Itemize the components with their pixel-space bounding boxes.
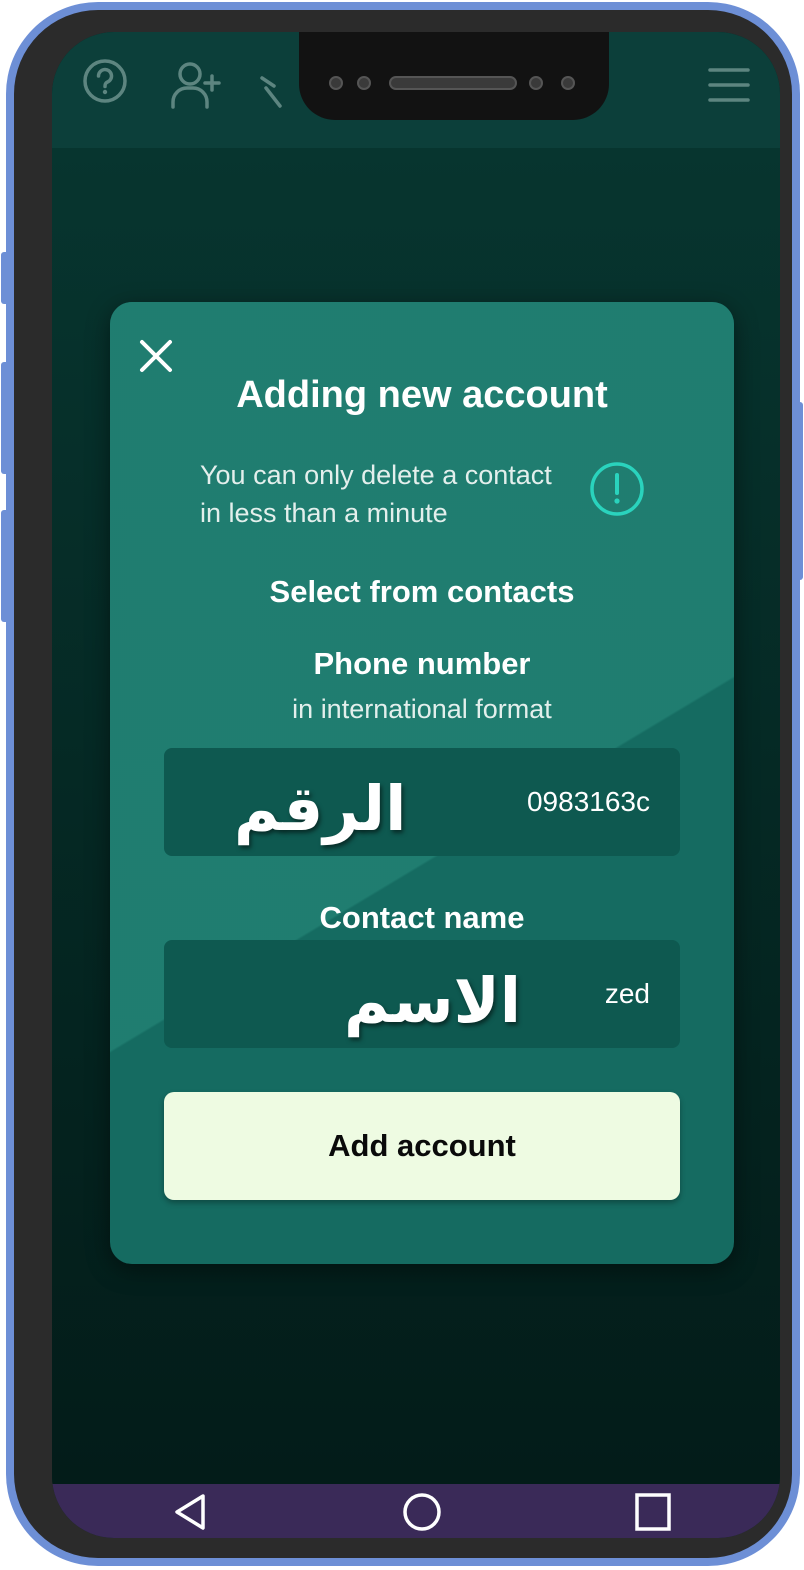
dialog-title: Adding new account (236, 374, 608, 416)
phone-number-value: 0983163c (526, 786, 650, 817)
contact-name-input[interactable]: الاسم zed (164, 940, 680, 1048)
add-account-button[interactable]: Add account (164, 1092, 680, 1200)
phone-body: Adding new account You can only delete a… (14, 10, 792, 1558)
nav-recents-icon[interactable] (634, 1492, 672, 1532)
phone-overlay-label: الرقم (234, 772, 407, 845)
nav-home-icon[interactable] (402, 1492, 442, 1532)
screen: Adding new account You can only delete a… (52, 32, 780, 1538)
help-icon[interactable] (82, 58, 128, 104)
phone-number-input[interactable]: الرقم 0983163c (164, 748, 680, 856)
name-overlay-label: الاسم (344, 964, 522, 1037)
contact-name-value: zed (604, 978, 650, 1009)
info-text: You can only delete a contact in less th… (200, 460, 552, 528)
phone-side-button (1, 510, 9, 622)
info-icon (590, 462, 644, 516)
navigation-bar (52, 1484, 780, 1538)
contact-name-label: Contact name (319, 900, 525, 935)
menu-icon[interactable] (708, 66, 750, 104)
add-account-dialog: Adding new account You can only delete a… (110, 302, 734, 1264)
select-from-contacts-link[interactable]: Select from contacts (110, 574, 734, 610)
camera-notch (299, 32, 609, 120)
add-user-icon[interactable] (170, 60, 222, 110)
phone-side-button (795, 402, 803, 580)
phone-number-label: Phone number (313, 646, 531, 681)
nav-back-icon[interactable] (172, 1492, 208, 1532)
phone-side-button (1, 362, 9, 474)
close-icon[interactable] (136, 336, 176, 376)
phone-number-sublabel: in international format (292, 694, 552, 724)
phone-side-button (1, 252, 9, 304)
back-arrow-icon[interactable] (258, 72, 294, 112)
